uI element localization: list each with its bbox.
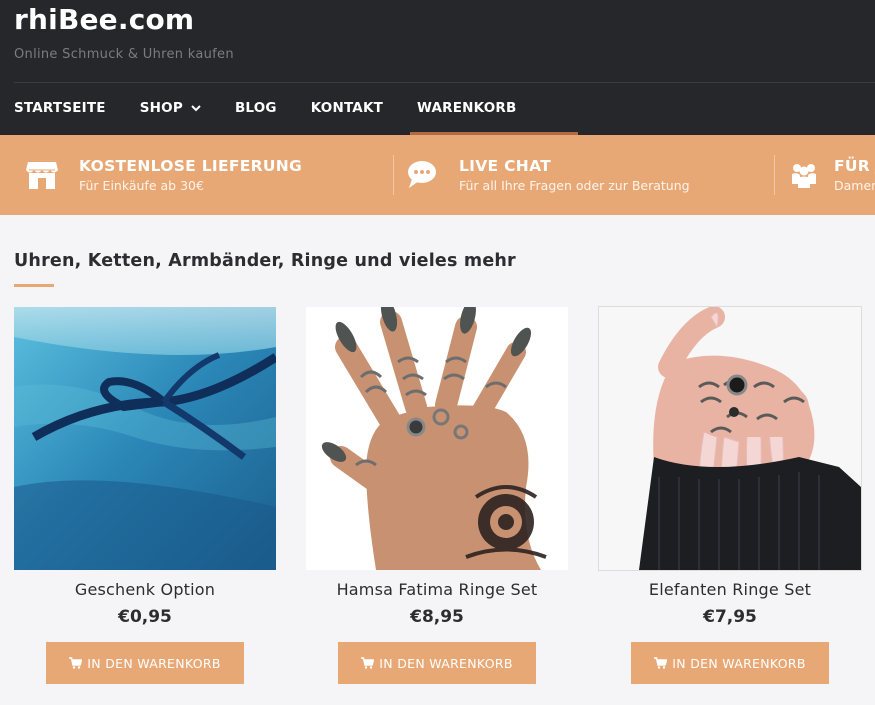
add-to-cart-button[interactable]: IN DEN WARENKORB bbox=[338, 642, 536, 684]
nav-item-label: BLOG bbox=[234, 100, 277, 116]
chevron-down-icon bbox=[191, 104, 201, 112]
section-title: Uhren, Ketten, Armbänder, Ringe und viel… bbox=[14, 251, 516, 271]
nav-item-label: STARTSEITE bbox=[14, 100, 106, 116]
cart-icon bbox=[654, 657, 668, 669]
product-card: Hamsa Fatima Ringe Set €8,95 IN DEN WARE… bbox=[306, 307, 568, 684]
product-image-elephant-rings[interactable] bbox=[598, 306, 862, 571]
chat-icon bbox=[400, 160, 444, 190]
product-price: €8,95 bbox=[410, 607, 464, 627]
nav-divider bbox=[14, 82, 875, 83]
section-underline bbox=[14, 284, 54, 287]
nav-item-blog[interactable]: BLOG bbox=[235, 100, 277, 116]
feature-bar: KOSTENLOSE LIEFERUNG Für Einkäufe ab 30€… bbox=[0, 135, 875, 215]
product-price: €7,95 bbox=[703, 607, 757, 627]
feature-title: FÜR JEDEN bbox=[834, 157, 875, 175]
product-price: €0,95 bbox=[118, 607, 172, 627]
feature-subtitle: Für all Ihre Fragen oder zur Beratung bbox=[459, 178, 690, 193]
feature-subtitle: Damen, Herren bbox=[834, 178, 875, 193]
feature-title: KOSTENLOSE LIEFERUNG bbox=[79, 157, 303, 175]
add-to-cart-button[interactable]: IN DEN WARENKORB bbox=[46, 642, 244, 684]
product-card: Elefanten Ringe Set €7,95 IN DEN WARENKO… bbox=[598, 306, 862, 684]
group-icon bbox=[782, 162, 826, 188]
nav-item-label: WARENKORB bbox=[417, 100, 517, 116]
add-to-cart-label: IN DEN WARENKORB bbox=[672, 655, 806, 671]
product-name[interactable]: Elefanten Ringe Set bbox=[599, 580, 861, 599]
feature-live-chat[interactable]: LIVE CHAT Für all Ihre Fragen oder zur B… bbox=[400, 135, 690, 215]
feature-for-everyone: FÜR JEDEN Damen, Herren bbox=[782, 135, 875, 215]
nav-item-label: KONTAKT bbox=[310, 100, 384, 116]
product-image-hamsa-rings[interactable] bbox=[306, 307, 568, 570]
main-nav: STARTSEITE SHOP BLOG KONTAKT WARENKORB bbox=[14, 100, 551, 116]
cart-icon bbox=[69, 657, 83, 669]
add-to-cart-label: IN DEN WARENKORB bbox=[87, 655, 221, 671]
product-name[interactable]: Hamsa Fatima Ringe Set bbox=[306, 580, 568, 599]
product-card: Geschenk Option €0,95 IN DEN WARENKORB bbox=[14, 307, 276, 684]
feature-divider bbox=[774, 155, 775, 195]
product-name[interactable]: Geschenk Option bbox=[14, 580, 276, 599]
site-tagline: Online Schmuck & Uhren kaufen bbox=[14, 47, 234, 62]
add-to-cart-label: IN DEN WARENKORB bbox=[379, 655, 513, 671]
product-image-gift[interactable] bbox=[14, 307, 276, 570]
add-to-cart-button[interactable]: IN DEN WARENKORB bbox=[631, 642, 829, 684]
nav-item-label: SHOP bbox=[139, 100, 183, 116]
feature-title: LIVE CHAT bbox=[459, 157, 552, 175]
nav-item-warenkorb[interactable]: WARENKORB bbox=[417, 100, 516, 116]
site-header: rhiBee.com Online Schmuck & Uhren kaufen… bbox=[0, 0, 875, 135]
feature-free-delivery: KOSTENLOSE LIEFERUNG Für Einkäufe ab 30€ bbox=[20, 135, 302, 215]
store-icon bbox=[20, 160, 64, 190]
feature-divider bbox=[393, 155, 394, 195]
cart-icon bbox=[361, 657, 375, 669]
feature-subtitle: Für Einkäufe ab 30€ bbox=[79, 178, 204, 193]
nav-item-kontakt[interactable]: KONTAKT bbox=[311, 100, 383, 116]
site-title[interactable]: rhiBee.com bbox=[14, 3, 194, 36]
nav-item-startseite[interactable]: STARTSEITE bbox=[14, 100, 106, 116]
nav-item-shop[interactable]: SHOP bbox=[140, 100, 201, 116]
